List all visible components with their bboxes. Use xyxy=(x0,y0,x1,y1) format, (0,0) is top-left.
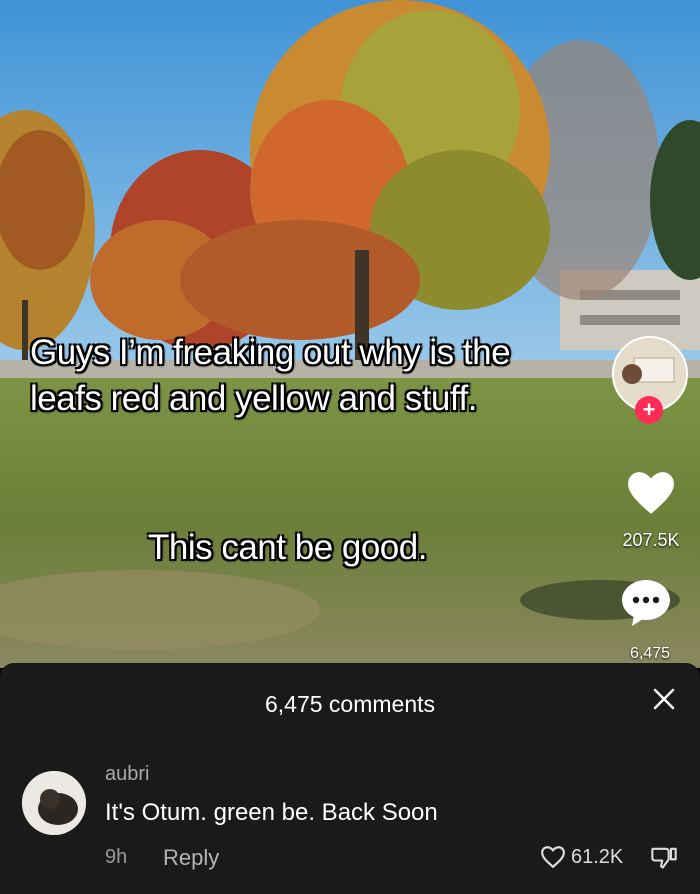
commenter-avatar[interactable] xyxy=(22,771,86,835)
video-player[interactable]: Guys I’m freaking out why is the leafs r… xyxy=(0,0,700,668)
comment-text: It's Otum. green be. Back Soon xyxy=(105,799,438,826)
creator-avatar[interactable]: + xyxy=(612,336,688,424)
like-button[interactable] xyxy=(620,470,682,521)
close-icon xyxy=(653,688,675,710)
comment-count: 6,475 xyxy=(629,645,671,662)
comment-bubble-icon xyxy=(622,580,670,626)
reply-button[interactable]: Reply xyxy=(163,845,219,871)
caption-line: leafs red and yellow and stuff. xyxy=(30,379,477,418)
comments-panel: 6,475 comments aubri It's Otum. green be… xyxy=(0,663,700,894)
avatar-image xyxy=(22,771,86,835)
caption-line: Guys I’m freaking out why is the xyxy=(30,333,511,372)
dislike-button[interactable] xyxy=(650,843,678,876)
comment-like-count: 61.2K xyxy=(571,845,624,868)
heart-icon xyxy=(628,472,674,514)
follow-button[interactable]: + xyxy=(635,396,663,424)
like-count: 207.5K xyxy=(622,530,680,550)
caption-line: This cant be good. xyxy=(148,528,427,567)
comment-username[interactable]: aubri xyxy=(105,763,149,786)
video-caption: Guys I’m freaking out why is the leafs r… xyxy=(30,330,630,422)
heart-outline-icon xyxy=(541,846,565,869)
close-button[interactable] xyxy=(650,685,678,713)
comments-title: 6,475 comments xyxy=(264,691,436,717)
comment-time: 9h xyxy=(105,846,128,868)
comment-button[interactable] xyxy=(620,578,680,633)
comment-like-button[interactable]: 61.2K xyxy=(540,845,623,869)
thumbs-down-icon xyxy=(651,847,677,869)
